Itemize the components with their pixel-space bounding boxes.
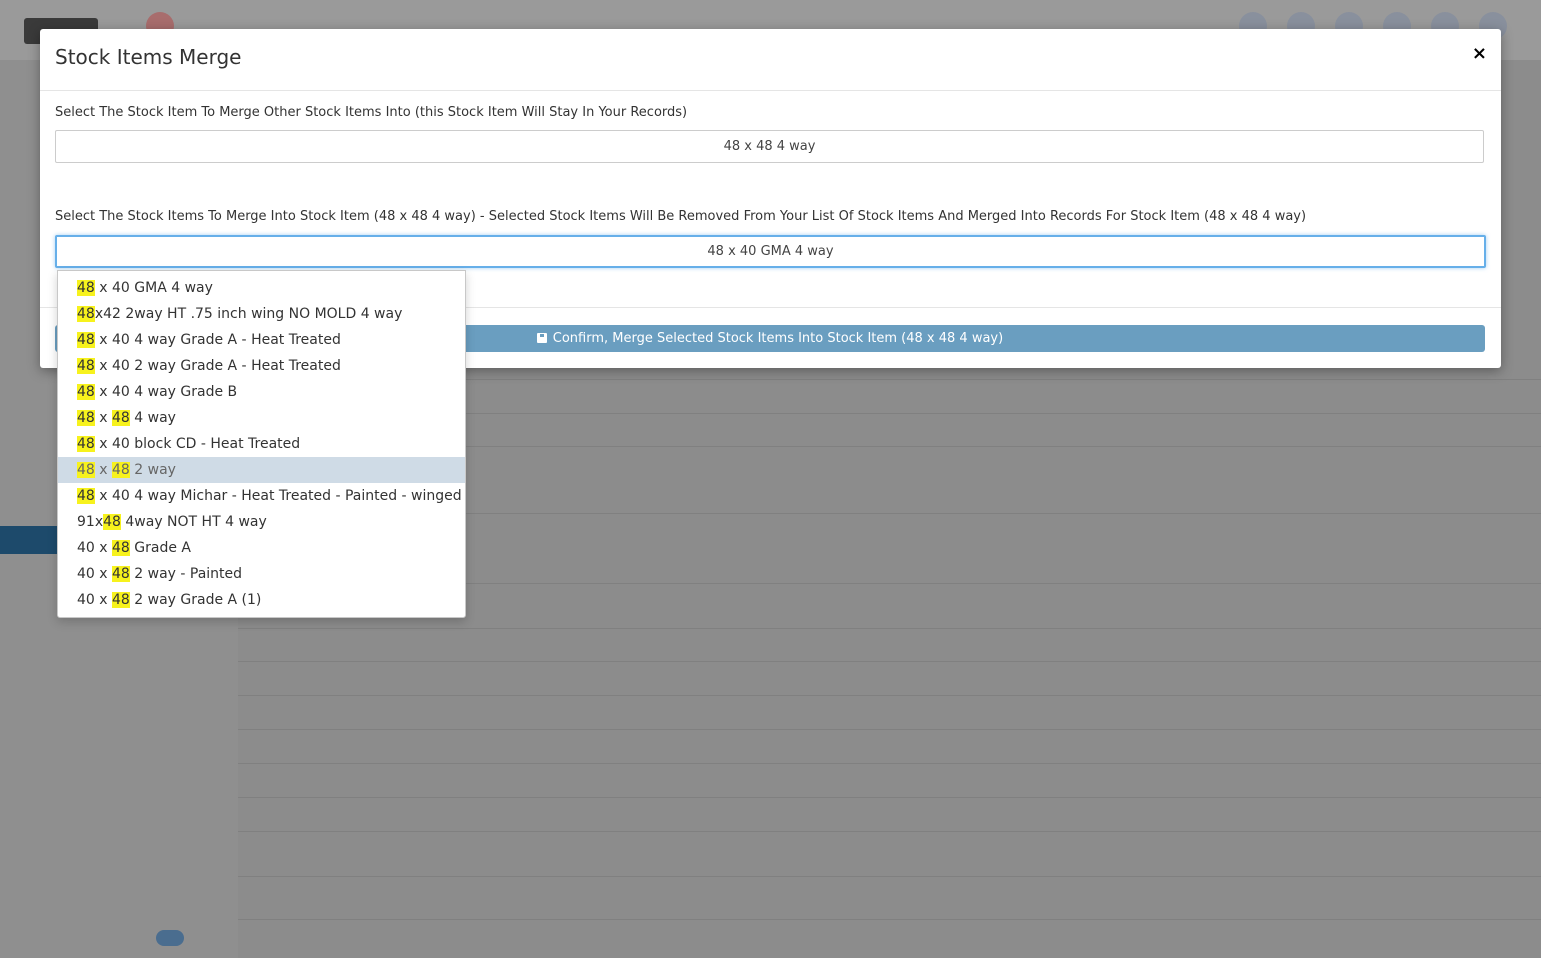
background-table-row	[238, 796, 1541, 798]
target-item-label: Select The Stock Item To Merge Other Sto…	[55, 105, 688, 120]
option-text: x 40 4 way Michar - Heat Treated - Paint…	[94, 488, 462, 504]
search-match-highlight: 48	[77, 436, 95, 452]
dropdown-option[interactable]: 40 x 48 2 way Grade A (1)	[58, 587, 465, 613]
search-match-highlight: 48	[112, 462, 130, 478]
floppy-save-icon	[536, 333, 547, 343]
background-sidebar-item	[0, 668, 238, 700]
modal-header: Stock Items Merge ×	[40, 29, 1501, 91]
search-match-highlight: 48	[77, 488, 95, 504]
dropdown-option[interactable]: 48 x 40 4 way Grade A - Heat Treated	[58, 327, 465, 353]
option-text: x 40 GMA 4 way	[94, 280, 213, 296]
option-text: 4 way	[129, 410, 176, 426]
background-sidebar-item	[0, 764, 238, 796]
search-match-highlight: 48	[112, 566, 130, 582]
option-text: 40 x	[77, 566, 112, 582]
dropdown-option[interactable]: 48 x 40 2 way Grade A - Heat Treated	[58, 353, 465, 379]
option-text: x 40 2 way Grade A - Heat Treated	[94, 358, 341, 374]
dropdown-option[interactable]: 48 x 40 block CD - Heat Treated	[58, 431, 465, 457]
search-match-highlight: 48	[77, 462, 95, 478]
background-table-row	[238, 660, 1541, 662]
background-sidebar-item	[0, 796, 238, 828]
stock-item-dropdown: 48 x 40 GMA 4 way 48x42 2way HT .75 inch …	[57, 270, 466, 618]
option-text: 91x	[77, 514, 104, 530]
source-items-label: Select The Stock Items To Merge Into Sto…	[55, 209, 1307, 224]
background-table-row	[238, 728, 1541, 730]
background-table-row	[238, 918, 1541, 920]
background-sidebar-item	[0, 732, 238, 764]
background-sidebar-item	[0, 636, 238, 668]
dropdown-option[interactable]: 48 x 48 2 way	[58, 457, 465, 483]
dropdown-option[interactable]: 48 x 48 4 way	[58, 405, 465, 431]
background-sidebar-item	[0, 828, 238, 860]
option-text: 2 way Grade A (1)	[129, 592, 262, 608]
close-button[interactable]: ×	[1472, 43, 1487, 64]
dropdown-option[interactable]: 48 x 40 4 way Michar - Heat Treated - Pa…	[58, 483, 465, 509]
dropdown-option[interactable]: 40 x 48 Grade A	[58, 535, 465, 561]
search-match-highlight: 48	[77, 306, 95, 322]
background-table-row	[238, 830, 1541, 832]
search-match-highlight: 48	[77, 332, 95, 348]
option-text: 4way NOT HT 4 way	[120, 514, 267, 530]
source-items-select[interactable]: 48 x 40 GMA 4 way	[55, 235, 1486, 268]
confirm-merge-label: Confirm, Merge Selected Stock Items Into…	[552, 331, 1004, 346]
background-table-row	[238, 694, 1541, 696]
background-toggle	[156, 930, 184, 946]
option-text: Grade A	[129, 540, 191, 556]
search-match-highlight: 48	[77, 358, 95, 374]
dropdown-option[interactable]: 40 x 48 2 way - Painted	[58, 561, 465, 587]
search-match-highlight: 48	[112, 540, 130, 556]
background-sidebar-item	[0, 700, 238, 732]
background-table-row	[238, 762, 1541, 764]
option-text: x 40 4 way Grade B	[94, 384, 238, 400]
option-text: x	[94, 410, 113, 426]
dropdown-option[interactable]: 48 x 40 GMA 4 way	[58, 275, 465, 301]
option-text: x	[94, 462, 113, 478]
search-match-highlight: 48	[112, 410, 130, 426]
dropdown-option[interactable]: 91x48 4way NOT HT 4 way	[58, 509, 465, 535]
search-match-highlight: 48	[112, 592, 130, 608]
dropdown-option[interactable]: 48 x 40 4 way Grade B	[58, 379, 465, 405]
target-item-select[interactable]: 48 x 48 4 way	[55, 130, 1484, 163]
option-text: 40 x	[77, 540, 112, 556]
option-text: 2 way - Painted	[129, 566, 243, 582]
dropdown-option[interactable]: 48x42 2way HT .75 inch wing NO MOLD 4 wa…	[58, 301, 465, 327]
search-match-highlight: 48	[103, 514, 121, 530]
option-text: 2 way	[129, 462, 176, 478]
modal-title: Stock Items Merge	[55, 45, 242, 69]
option-text: x 40 block CD - Heat Treated	[94, 436, 301, 452]
search-match-highlight: 48	[77, 384, 95, 400]
option-text: x42 2way HT .75 inch wing NO MOLD 4 way	[94, 306, 403, 322]
background-table-row	[238, 875, 1541, 877]
background-table-row	[238, 627, 1541, 629]
search-match-highlight: 48	[77, 410, 95, 426]
option-text: 40 x	[77, 592, 112, 608]
option-text: x 40 4 way Grade A - Heat Treated	[94, 332, 341, 348]
search-match-highlight: 48	[77, 280, 95, 296]
